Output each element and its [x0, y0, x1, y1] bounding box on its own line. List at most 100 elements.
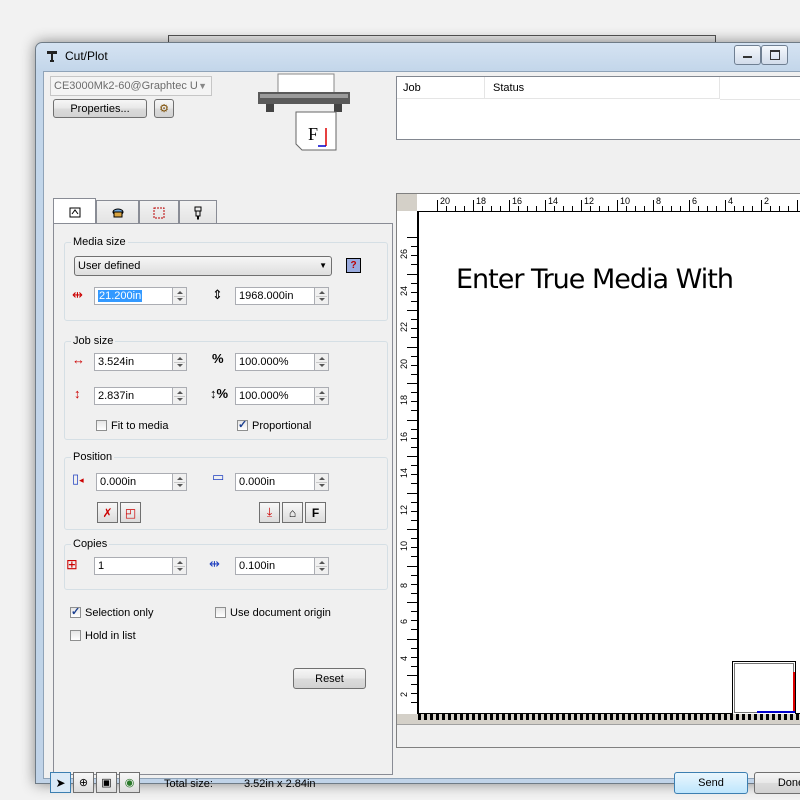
center-position-button[interactable]: ⌂ [282, 502, 303, 523]
job-width-field[interactable]: 3.524in [94, 353, 173, 371]
job-height-field[interactable]: 2.837in [94, 387, 173, 405]
media-width-field[interactable]: 21.200in [94, 287, 173, 305]
fit-to-media-checkbox[interactable] [96, 420, 107, 431]
position-x-spinner[interactable] [172, 473, 187, 491]
f-orientation-button[interactable]: F [305, 502, 326, 523]
ruler-label: 14 [399, 467, 409, 478]
ruler-label: 12 [584, 196, 595, 206]
media-length-field[interactable]: 1968.000in [235, 287, 315, 305]
ruler-tick [411, 684, 417, 686]
job-column-header[interactable]: Job [397, 77, 485, 99]
ruler-label: 2 [399, 691, 409, 697]
job-size-label: Job size [71, 335, 116, 347]
height-percent-icon: ↕% [210, 386, 229, 401]
job-outline[interactable] [732, 661, 796, 715]
proportional-label: Proportional [252, 420, 312, 432]
ruler-tick [411, 656, 417, 658]
maximize-button[interactable] [761, 45, 788, 65]
chevron-down-icon: ▼ [319, 261, 327, 270]
copy-spacing-field[interactable]: 0.100in [235, 557, 315, 575]
job-width-percent-field[interactable]: 100.000% [235, 353, 315, 371]
status-column-header[interactable]: Status [485, 77, 720, 99]
zoom-icon: ⊕ [78, 777, 89, 789]
media-canvas[interactable]: Enter True Media With [418, 211, 800, 715]
media-length-spinner[interactable] [314, 287, 329, 305]
select-tool-button[interactable]: ➤ [50, 772, 71, 793]
zoom-tool-button[interactable]: ⊕ [73, 772, 94, 793]
hold-in-list-checkbox[interactable] [70, 630, 81, 641]
ruler-tick [411, 337, 417, 339]
origin-x-axis [757, 711, 795, 713]
job-height-icon: ↕ [74, 386, 81, 401]
tab-media[interactable] [53, 198, 96, 224]
media-width-icon: ⇹ [72, 287, 83, 302]
fit-page-button[interactable]: ▣ [96, 772, 117, 793]
ruler-tick [407, 492, 417, 494]
ruler-label: 20 [399, 358, 409, 369]
copy-spacing-spinner[interactable] [314, 557, 329, 575]
device-select[interactable]: CE3000Mk2-60@Graphtec U ▼ [50, 76, 212, 96]
position-y-spinner[interactable] [314, 473, 329, 491]
ruler-tick [411, 501, 417, 503]
ruler-tick [407, 638, 417, 640]
job-height-spinner[interactable] [172, 387, 187, 405]
ruler-tick [411, 300, 417, 302]
ruler-tick [761, 200, 762, 211]
ruler-label: 20 [440, 196, 451, 206]
ruler-tick [411, 556, 417, 558]
ruler-label: 8 [399, 582, 409, 588]
ruler-tick [411, 620, 417, 622]
copies-label: Copies [71, 538, 110, 550]
preview-pane[interactable]: 2018161412108642 26242220181614121086420… [396, 193, 800, 748]
media-preset-select[interactable]: User defined ▼ [74, 256, 332, 276]
properties-button[interactable]: Properties... [53, 99, 147, 118]
job-height-percent-spinner[interactable] [314, 387, 329, 405]
zoom-job-button[interactable]: ◉ [119, 772, 140, 793]
zoom-job-icon: ◉ [124, 777, 135, 789]
window-client: CE3000Mk2-60@Graphtec U ▼ Properties... … [43, 71, 800, 794]
ruler-label: 14 [548, 196, 559, 206]
job-width-spinner[interactable] [172, 353, 187, 371]
tab-tool[interactable] [179, 200, 217, 224]
job-height-percent-field[interactable]: 100.000% [235, 387, 315, 405]
media-help-icon[interactable]: ? [346, 258, 361, 273]
device-settings-button[interactable]: ⚙ [154, 99, 174, 118]
extra-column-header[interactable] [720, 77, 800, 100]
use-document-origin-checkbox[interactable] [215, 607, 226, 618]
ruler-tick [407, 456, 417, 457]
job-width-percent-spinner[interactable] [314, 353, 329, 371]
ruler-tick [411, 574, 417, 576]
width-percent-icon: % [212, 351, 224, 366]
align-position-button[interactable]: ⤓ [259, 502, 280, 523]
total-size-value: 3.52in x 2.84in [244, 778, 316, 790]
position-x-field[interactable]: 0.000in [96, 473, 173, 491]
tab-weed-border[interactable] [139, 200, 179, 224]
ruler-tick [411, 373, 417, 375]
reset-position-button[interactable]: ✗ [97, 502, 118, 523]
proportional-checkbox[interactable] [237, 418, 248, 431]
copies-count-spinner[interactable] [172, 557, 187, 575]
done-button[interactable]: Done [754, 772, 800, 794]
origin-y-axis [793, 672, 795, 712]
ruler-tick [407, 310, 417, 311]
ruler-label: 18 [476, 196, 487, 206]
minimize-button[interactable] [734, 45, 761, 65]
job-list[interactable]: Job Status [396, 76, 800, 140]
reset-button[interactable]: Reset [293, 668, 366, 689]
arrow-pointer-icon: ➤ [55, 775, 66, 790]
chevron-down-icon: ▼ [198, 81, 207, 91]
move-position-button[interactable]: ◰ [120, 502, 141, 523]
copies-count-field[interactable]: 1 [94, 557, 173, 575]
selection-only-checkbox[interactable] [70, 605, 81, 618]
send-button[interactable]: Send [674, 772, 748, 794]
plotter-graphic: F [256, 72, 350, 154]
ruler-label: 12 [399, 504, 409, 515]
media-width-spinner[interactable] [172, 287, 187, 305]
weed-border-icon [153, 207, 165, 218]
preview-scrollbar[interactable] [397, 724, 800, 747]
tab-color[interactable] [96, 200, 139, 224]
position-y-field[interactable]: 0.000in [235, 473, 315, 491]
ruler-tick [407, 346, 417, 348]
ruler-label: 6 [692, 196, 698, 206]
ruler-tick [407, 273, 417, 275]
